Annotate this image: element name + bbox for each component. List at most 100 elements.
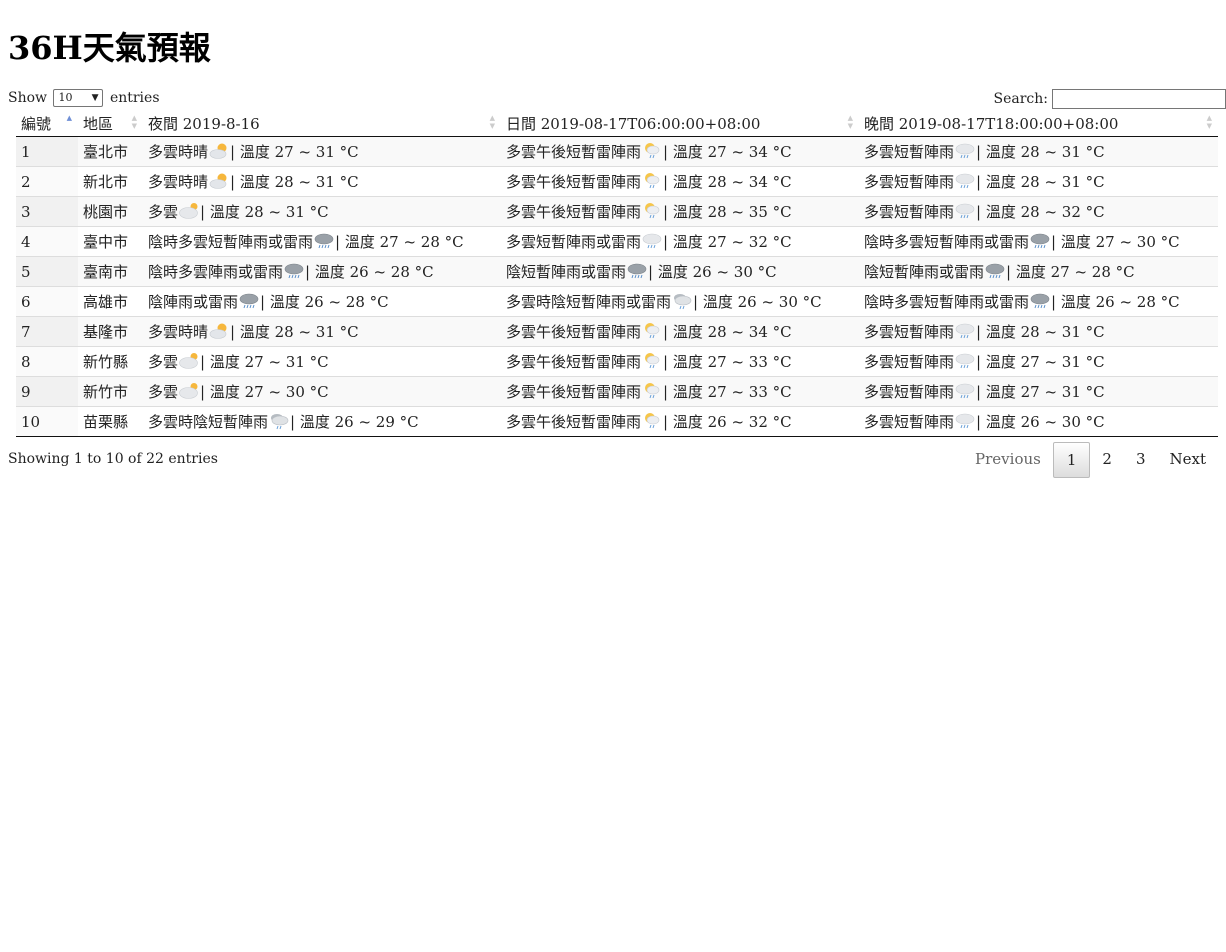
table-row: 7 基隆市 多雲時晴 | 溫度 28 ~ 31 °C 多雲午後短暫雷陣雨 | 溫度 28 … bbox=[16, 316, 1218, 347]
temperature-range: | 溫度 26 ~ 28 °C bbox=[1051, 293, 1180, 311]
cell-forecast: 陰陣雨或雷雨 | 溫度 26 ~ 28 °C bbox=[143, 286, 501, 317]
cell-forecast: 多雲時晴 | 溫度 27 ~ 31 °C bbox=[143, 137, 501, 167]
forecast-description: 多雲時陰短暫陣雨或雷雨 bbox=[506, 293, 672, 311]
forecast-description: 陰時多雲短暫陣雨或雷雨 bbox=[148, 233, 314, 251]
forecast-description: 陰短暫陣雨或雷雨 bbox=[864, 263, 985, 281]
cell-region: 新竹縣 bbox=[78, 346, 143, 377]
pagination: Previous 1 2 3 Next bbox=[963, 442, 1218, 478]
temperature-range: | 溫度 26 ~ 28 °C bbox=[260, 293, 389, 311]
cell-number: 6 bbox=[16, 286, 78, 317]
table-info: Showing 1 to 10 of 22 entries bbox=[8, 451, 218, 467]
forecast-description: 多雲午後短暫雷陣雨 bbox=[506, 353, 642, 371]
sun-rain-icon bbox=[642, 322, 662, 340]
sort-icon: ▲ ▼ bbox=[847, 114, 853, 130]
cell-forecast: 陰時多雲短暫陣雨或雷雨 | 溫度 27 ~ 30 °C bbox=[859, 226, 1218, 257]
cell-region: 桃園市 bbox=[78, 196, 143, 227]
cell-forecast: 多雲 | 溫度 27 ~ 30 °C bbox=[143, 376, 501, 407]
forecast-description: 多雲短暫陣雨 bbox=[864, 173, 955, 191]
temperature-range: | 溫度 27 ~ 34 °C bbox=[663, 143, 792, 161]
page-button-3[interactable]: 3 bbox=[1124, 442, 1158, 476]
previous-button[interactable]: Previous bbox=[963, 442, 1053, 476]
cell-forecast: 多雲短暫陣雨 | 溫度 27 ~ 31 °C bbox=[859, 376, 1218, 407]
weather-table: 編號 ▲ 地區 ▲ ▼ 夜間 2019-8-16 ▲ ▼ 日間 2019-08-17T06… bbox=[16, 110, 1218, 437]
column-header-region[interactable]: 地區 ▲ ▼ bbox=[78, 110, 143, 137]
cell-region: 臺北市 bbox=[83, 143, 129, 161]
cell-forecast: 多雲 | 溫度 27 ~ 31 °C bbox=[143, 346, 501, 377]
cell-number: 4 bbox=[16, 226, 78, 257]
cell-region: 臺南市 bbox=[78, 256, 143, 287]
table-row: 4 臺中市 陰時多雲短暫陣雨或雷雨 | 溫度 27 ~ 28 °C 多雲短暫陣雨或雷雨 |… bbox=[16, 226, 1218, 257]
cell-forecast: 陰時多雲短暫陣雨或雷雨 | 溫度 26 ~ 28 °C bbox=[859, 286, 1218, 317]
forecast-description: 多雲午後短暫雷陣雨 bbox=[506, 413, 642, 431]
column-header-day[interactable]: 日間 2019-08-17T06:00:00+08:00 ▲ ▼ bbox=[501, 110, 859, 137]
temperature-range: | 溫度 27 ~ 28 °C bbox=[1006, 263, 1135, 281]
thunder-rain-icon bbox=[239, 292, 259, 310]
forecast-description: 多雲短暫陣雨 bbox=[864, 323, 955, 341]
cell-forecast: 多雲午後短暫雷陣雨 | 溫度 27 ~ 33 °C bbox=[501, 376, 859, 407]
entries-per-page-select[interactable]: 10 ▼ bbox=[53, 89, 104, 107]
thunder-rain-icon bbox=[1030, 232, 1050, 250]
cell-number: 9 bbox=[16, 376, 78, 407]
temperature-range: | 溫度 27 ~ 31 °C bbox=[976, 383, 1105, 401]
cloud-rain-icon bbox=[955, 382, 975, 400]
next-button[interactable]: Next bbox=[1158, 442, 1219, 476]
table-row: 8 新竹縣 多雲 | 溫度 27 ~ 31 °C 多雲午後短暫雷陣雨 | 溫度 27 ~ … bbox=[16, 346, 1218, 377]
sort-icon: ▲ bbox=[66, 114, 72, 122]
search-input[interactable] bbox=[1052, 89, 1226, 109]
cell-forecast: 多雲時晴 | 溫度 28 ~ 31 °C bbox=[143, 166, 501, 197]
cell-number: 5 bbox=[16, 256, 78, 287]
column-header-evening[interactable]: 晚間 2019-08-17T18:00:00+08:00 ▲ ▼ bbox=[859, 110, 1218, 137]
cloudy-icon bbox=[179, 352, 199, 370]
cell-forecast: 多雲午後短暫雷陣雨 | 溫度 27 ~ 33 °C bbox=[501, 346, 859, 377]
temperature-range: | 溫度 28 ~ 31 °C bbox=[976, 323, 1105, 341]
thunder-rain-icon bbox=[314, 232, 334, 250]
cloud-rain-icon bbox=[955, 202, 975, 220]
cell-forecast: 多雲短暫陣雨 | 溫度 28 ~ 32 °C bbox=[859, 196, 1218, 227]
cell-number: 2 bbox=[16, 166, 78, 197]
forecast-description: 多雲時晴 bbox=[148, 143, 209, 161]
forecast-description: 陰短暫陣雨或雷雨 bbox=[506, 263, 627, 281]
sun-rain-icon bbox=[642, 382, 662, 400]
temperature-range: | 溫度 26 ~ 29 °C bbox=[290, 413, 419, 431]
table-header-row: 編號 ▲ 地區 ▲ ▼ 夜間 2019-8-16 ▲ ▼ 日間 2019-08-17T06… bbox=[16, 110, 1218, 137]
table-row: 2 新北市 多雲時晴 | 溫度 28 ~ 31 °C 多雲午後短暫雷陣雨 | 溫度 28 … bbox=[16, 166, 1218, 197]
forecast-description: 多雲午後短暫雷陣雨 bbox=[506, 143, 642, 161]
temperature-range: | 溫度 27 ~ 31 °C bbox=[976, 353, 1105, 371]
sun-rain-icon bbox=[642, 202, 662, 220]
cell-region: 高雄市 bbox=[78, 286, 143, 317]
temperature-range: | 溫度 27 ~ 33 °C bbox=[663, 353, 792, 371]
forecast-description: 多雲短暫陣雨 bbox=[864, 383, 955, 401]
forecast-description: 多雲午後短暫雷陣雨 bbox=[506, 203, 642, 221]
cell-region: 苗栗縣 bbox=[78, 406, 143, 437]
cell-region: 新竹市 bbox=[78, 376, 143, 407]
table-row: 6 高雄市 陰陣雨或雷雨 | 溫度 26 ~ 28 °C 多雲時陰短暫陣雨或雷雨 | 溫度… bbox=[16, 286, 1218, 317]
sun-rain-icon bbox=[642, 412, 662, 430]
forecast-description: 多雲午後短暫雷陣雨 bbox=[506, 173, 642, 191]
cell-region: 新北市 bbox=[78, 166, 143, 197]
temperature-range: | 溫度 27 ~ 32 °C bbox=[663, 233, 792, 251]
chevron-down-icon: ▼ bbox=[91, 93, 99, 103]
cloud-rain-icon bbox=[955, 142, 975, 160]
cell-forecast: 多雲短暫陣雨 | 溫度 28 ~ 31 °C bbox=[859, 316, 1218, 347]
temperature-range: | 溫度 27 ~ 31 °C bbox=[200, 353, 329, 371]
cloudy-icon bbox=[179, 382, 199, 400]
page-button-2[interactable]: 2 bbox=[1090, 442, 1124, 476]
cell-forecast: 多雲 | 溫度 28 ~ 31 °C bbox=[143, 196, 501, 227]
cell-forecast: 多雲午後短暫雷陣雨 | 溫度 28 ~ 34 °C bbox=[501, 166, 859, 197]
column-header-number[interactable]: 編號 ▲ bbox=[16, 110, 78, 137]
overcast-rain-icon bbox=[269, 412, 289, 430]
forecast-description: 多雲 bbox=[148, 383, 179, 401]
partly-sunny-icon bbox=[209, 322, 229, 340]
table-row: 9 新竹市 多雲 | 溫度 27 ~ 30 °C 多雲午後短暫雷陣雨 | 溫度 27 ~ … bbox=[16, 376, 1218, 407]
column-header-night[interactable]: 夜間 2019-8-16 ▲ ▼ bbox=[143, 110, 501, 137]
forecast-description: 多雲午後短暫雷陣雨 bbox=[506, 323, 642, 341]
cell-forecast: 多雲短暫陣雨 | 溫度 26 ~ 30 °C bbox=[859, 406, 1218, 437]
cell-region: 臺中市 bbox=[78, 226, 143, 257]
forecast-description: 多雲午後短暫雷陣雨 bbox=[506, 383, 642, 401]
temperature-range: | 溫度 28 ~ 31 °C bbox=[976, 143, 1105, 161]
cell-forecast: 多雲短暫陣雨 | 溫度 28 ~ 31 °C bbox=[859, 137, 1218, 167]
temperature-range: | 溫度 28 ~ 31 °C bbox=[230, 323, 359, 341]
temperature-range: | 溫度 27 ~ 33 °C bbox=[663, 383, 792, 401]
page-button-1[interactable]: 1 bbox=[1052, 442, 1091, 478]
sort-icon: ▲ ▼ bbox=[131, 114, 137, 130]
